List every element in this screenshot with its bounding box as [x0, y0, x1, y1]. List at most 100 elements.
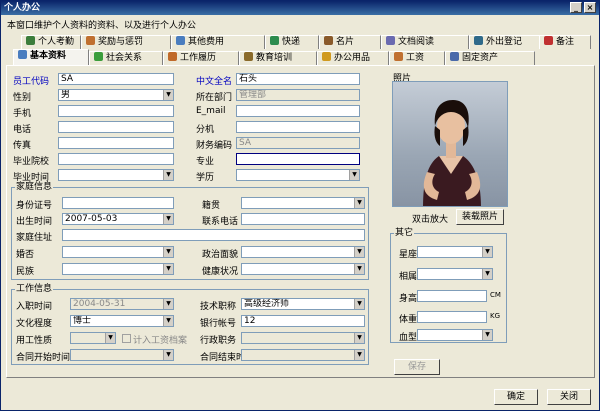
- family-info-title: 家庭信息: [15, 182, 54, 192]
- edu-select[interactable]: 博士 ▼: [70, 315, 174, 327]
- tab-icon: [544, 36, 553, 45]
- ok-button[interactable]: 确定: [494, 389, 538, 405]
- tab-label: 社会关系: [106, 53, 143, 63]
- zodiac-select[interactable]: ▼: [417, 246, 493, 258]
- chevron-down-icon[interactable]: ▼: [163, 170, 173, 180]
- admin-label: 行政职务: [200, 336, 237, 346]
- tab-label: 快递: [282, 37, 301, 47]
- height-label: 身高: [399, 294, 418, 304]
- degree-select[interactable]: ▼: [236, 169, 360, 181]
- zodiac-label: 星座: [399, 250, 418, 260]
- gender-select[interactable]: 男 ▼: [58, 89, 174, 101]
- tab-top_tabs-0[interactable]: 个人考勤: [21, 35, 81, 49]
- emp-code-field[interactable]: SA: [58, 73, 174, 85]
- tab-top_tabs-2[interactable]: 其他费用: [171, 35, 265, 49]
- political-select[interactable]: ▼: [241, 246, 365, 258]
- tab-sub_tabs-1[interactable]: 社会关系: [89, 51, 163, 65]
- entry-value: 2004-05-31: [73, 299, 126, 309]
- contract-start-label: 合同开始时间: [16, 353, 71, 363]
- minimize-button[interactable]: _: [570, 2, 582, 13]
- tab-sub_tabs-4[interactable]: 办公用品: [317, 51, 389, 65]
- chevron-down-icon[interactable]: ▼: [354, 299, 364, 309]
- chevron-down-icon[interactable]: ▼: [354, 264, 364, 274]
- load-photo-button[interactable]: 装载照片: [456, 209, 504, 225]
- payroll-checkbox[interactable]: [122, 334, 131, 343]
- tab-icon: [168, 52, 177, 61]
- chevron-down-icon[interactable]: ▼: [163, 316, 173, 326]
- health-select[interactable]: ▼: [241, 263, 365, 275]
- chevron-down-icon[interactable]: ▼: [163, 247, 173, 257]
- title-bar: 个人办公 _ ×: [1, 1, 599, 15]
- origin-select[interactable]: ▼: [241, 197, 365, 209]
- payroll-label: 计入工资档案: [133, 336, 188, 346]
- tab-label: 个人考勤: [38, 37, 75, 47]
- birth-label: 出生时间: [16, 217, 53, 227]
- tab-top_tabs-4[interactable]: 名片: [319, 35, 381, 49]
- chevron-down-icon[interactable]: ▼: [482, 247, 492, 257]
- tab-top_tabs-1[interactable]: 奖励与惩罚: [81, 35, 171, 49]
- phone-field[interactable]: [58, 121, 174, 133]
- animal-select[interactable]: ▼: [417, 268, 493, 280]
- chevron-down-icon[interactable]: ▼: [349, 170, 359, 180]
- chevron-down-icon[interactable]: ▼: [482, 330, 492, 340]
- contact-field[interactable]: [241, 213, 365, 225]
- email-field[interactable]: [236, 105, 360, 117]
- cn-name-field[interactable]: 石头: [236, 73, 360, 85]
- married-label: 婚否: [16, 250, 35, 260]
- employee-photo[interactable]: [392, 81, 508, 207]
- job-title-label: 技术职称: [200, 302, 237, 312]
- dept-field: 管理部: [236, 89, 360, 101]
- tab-sub_tabs-5[interactable]: 工资: [389, 51, 445, 65]
- job-title-select[interactable]: 高级经济师 ▼: [241, 298, 365, 310]
- school-field[interactable]: [58, 153, 174, 165]
- blood-select[interactable]: ▼: [417, 329, 493, 341]
- edu-value: 博士: [73, 316, 92, 326]
- grad-time-select[interactable]: ▼: [58, 169, 174, 181]
- address-field[interactable]: [62, 229, 365, 241]
- other-info-group: 其它 星座 ▼ 相属 ▼ 身高 CM 体重 KG 血型 ▼: [390, 228, 507, 343]
- chevron-down-icon[interactable]: ▼: [163, 214, 173, 224]
- id-field[interactable]: [62, 197, 174, 209]
- tab-icon: [270, 36, 279, 45]
- mobile-field[interactable]: [58, 105, 174, 117]
- other-info-title: 其它: [394, 228, 415, 238]
- major-field[interactable]: [236, 153, 360, 165]
- chevron-down-icon[interactable]: ▼: [163, 90, 173, 100]
- close-button[interactable]: 关闭: [547, 389, 591, 405]
- gender-label: 性别: [13, 93, 32, 103]
- origin-label: 籍贯: [202, 201, 221, 211]
- contact-label: 联系电话: [202, 217, 239, 227]
- birth-value: 2007-05-03: [65, 214, 118, 224]
- birth-select[interactable]: 2007-05-03 ▼: [62, 213, 174, 225]
- tab-sub_tabs-0[interactable]: 基本资料: [13, 49, 89, 65]
- chevron-down-icon[interactable]: ▼: [354, 198, 364, 208]
- chevron-down-icon[interactable]: ▼: [163, 264, 173, 274]
- entry-select: 2004-05-31 ▼: [70, 298, 174, 310]
- chevron-down-icon[interactable]: ▼: [354, 247, 364, 257]
- tab-top_tabs-3[interactable]: 快递: [265, 35, 319, 49]
- bank-field[interactable]: 12: [241, 315, 365, 327]
- ext-field[interactable]: [236, 121, 360, 133]
- tab-sub_tabs-3[interactable]: 教育培训: [239, 51, 317, 65]
- tab-label: 办公用品: [334, 53, 371, 63]
- close-window-button[interactable]: ×: [584, 2, 596, 13]
- zoom-hint: 双击放大: [412, 215, 449, 225]
- emp-type-label: 用工性质: [16, 336, 53, 346]
- chevron-down-icon[interactable]: ▼: [482, 269, 492, 279]
- tab-icon: [26, 36, 35, 45]
- weight-field[interactable]: [417, 311, 487, 323]
- tab-sub_tabs-2[interactable]: 工作履历: [163, 51, 239, 65]
- save-button[interactable]: 保存: [394, 359, 440, 375]
- nation-select[interactable]: ▼: [62, 263, 174, 275]
- tab-top_tabs-5[interactable]: 文档阅读: [381, 35, 469, 49]
- married-select[interactable]: ▼: [62, 246, 174, 258]
- contract-end-label: 合同结束时: [200, 353, 246, 363]
- fax-label: 传真: [13, 141, 32, 151]
- tab-icon: [176, 36, 185, 45]
- animal-label: 相属: [399, 272, 418, 282]
- tab-sub_tabs-6[interactable]: 固定资产: [445, 51, 535, 65]
- tab-top_tabs-7[interactable]: 备注: [539, 35, 591, 49]
- fax-field[interactable]: [58, 137, 174, 149]
- height-field[interactable]: [417, 290, 487, 302]
- degree-label: 学历: [196, 173, 215, 183]
